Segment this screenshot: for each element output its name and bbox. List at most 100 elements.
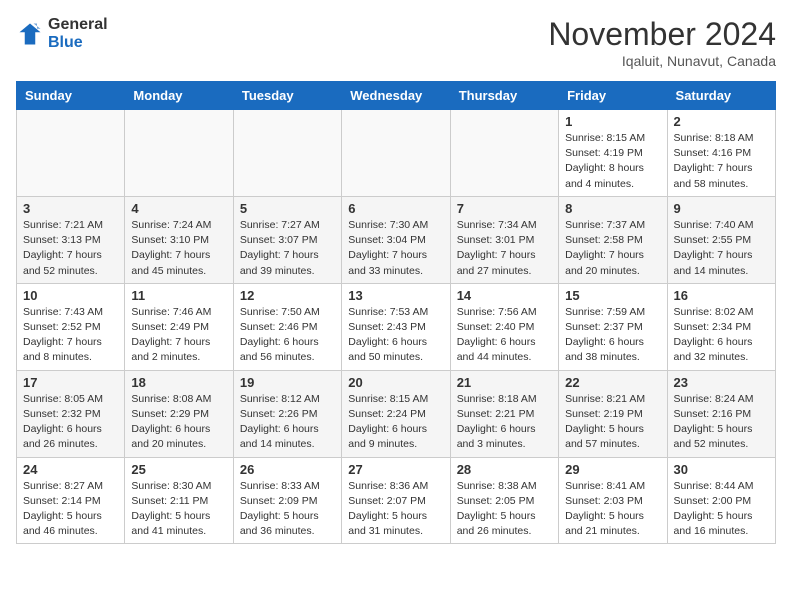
cell-info: Sunrise: 7:56 AMSunset: 2:40 PMDaylight:… (457, 305, 552, 366)
date-number: 20 (348, 375, 443, 390)
calendar-week-3: 10 Sunrise: 7:43 AMSunset: 2:52 PMDayligh… (17, 283, 776, 370)
calendar-week-5: 24 Sunrise: 8:27 AMSunset: 2:14 PMDayligh… (17, 457, 776, 544)
date-number: 24 (23, 462, 118, 477)
cell-info: Sunrise: 8:18 AMSunset: 2:21 PMDaylight:… (457, 392, 552, 453)
calendar-cell: 4Sunrise: 7:24 AMSunset: 3:10 PMDaylight… (125, 196, 233, 283)
date-number: 30 (674, 462, 769, 477)
calendar-cell: 21 Sunrise: 8:18 AMSunset: 2:21 PMDayligh… (450, 370, 558, 457)
calendar-cell: 27Sunrise: 8:36 AMSunset: 2:07 PMDayligh… (342, 457, 450, 544)
date-number: 26 (240, 462, 335, 477)
calendar-cell: 12 Sunrise: 7:50 AMSunset: 2:46 PMDayligh… (233, 283, 341, 370)
logo-icon (16, 20, 44, 48)
cell-info: Sunrise: 7:43 AMSunset: 2:52 PMDaylight:… (23, 305, 118, 366)
date-number: 11 (131, 288, 226, 303)
logo-text: General Blue (48, 16, 108, 51)
day-header-tuesday: Tuesday (233, 82, 341, 110)
title-block: November 2024 Iqaluit, Nunavut, Canada (548, 16, 776, 69)
calendar-cell: 15Sunrise: 7:59 AMSunset: 2:37 PMDayligh… (559, 283, 667, 370)
cell-info: Sunrise: 8:18 AMSunset: 4:16 PMDaylight:… (674, 131, 769, 192)
calendar-cell: 2 Sunrise: 8:18 AMSunset: 4:16 PMDaylight… (667, 110, 775, 197)
day-header-thursday: Thursday (450, 82, 558, 110)
cell-info: Sunrise: 8:05 AMSunset: 2:32 PMDaylight:… (23, 392, 118, 453)
calendar-cell (342, 110, 450, 197)
date-number: 7 (457, 201, 552, 216)
cell-info: Sunrise: 8:30 AMSunset: 2:11 PMDaylight:… (131, 479, 226, 540)
calendar-week-1: 1Sunrise: 8:15 AMSunset: 4:19 PMDaylight… (17, 110, 776, 197)
date-number: 6 (348, 201, 443, 216)
cell-info: Sunrise: 7:30 AMSunset: 3:04 PMDaylight:… (348, 218, 443, 279)
calendar-cell: 28 Sunrise: 8:38 AMSunset: 2:05 PMDayligh… (450, 457, 558, 544)
cell-info: Sunrise: 7:24 AMSunset: 3:10 PMDaylight:… (131, 218, 226, 279)
calendar-cell: 17 Sunrise: 8:05 AMSunset: 2:32 PMDayligh… (17, 370, 125, 457)
calendar-cell: 6 Sunrise: 7:30 AMSunset: 3:04 PMDaylight… (342, 196, 450, 283)
cell-info: Sunrise: 7:37 AMSunset: 2:58 PMDaylight:… (565, 218, 660, 279)
date-number: 28 (457, 462, 552, 477)
calendar-week-4: 17 Sunrise: 8:05 AMSunset: 2:32 PMDayligh… (17, 370, 776, 457)
date-number: 25 (131, 462, 226, 477)
cell-info: Sunrise: 7:40 AMSunset: 2:55 PMDaylight:… (674, 218, 769, 279)
day-header-monday: Monday (125, 82, 233, 110)
page-header: General Blue November 2024 Iqaluit, Nuna… (16, 16, 776, 69)
calendar-cell (125, 110, 233, 197)
date-number: 16 (674, 288, 769, 303)
cell-info: Sunrise: 8:44 AMSunset: 2:00 PMDaylight:… (674, 479, 769, 540)
calendar-cell: 11 Sunrise: 7:46 AMSunset: 2:49 PMDayligh… (125, 283, 233, 370)
date-number: 10 (23, 288, 118, 303)
date-number: 2 (674, 114, 769, 129)
calendar-cell: 30 Sunrise: 8:44 AMSunset: 2:00 PMDayligh… (667, 457, 775, 544)
calendar-table: SundayMondayTuesdayWednesdayThursdayFrid… (16, 81, 776, 544)
calendar-week-2: 3 Sunrise: 7:21 AMSunset: 3:13 PMDaylight… (17, 196, 776, 283)
cell-info: Sunrise: 8:27 AMSunset: 2:14 PMDaylight:… (23, 479, 118, 540)
cell-info: Sunrise: 8:38 AMSunset: 2:05 PMDaylight:… (457, 479, 552, 540)
logo: General Blue (16, 16, 108, 51)
cell-info: Sunrise: 8:24 AMSunset: 2:16 PMDaylight:… (674, 392, 769, 453)
day-header-saturday: Saturday (667, 82, 775, 110)
date-number: 5 (240, 201, 335, 216)
calendar-cell: 10 Sunrise: 7:43 AMSunset: 2:52 PMDayligh… (17, 283, 125, 370)
cell-info: Sunrise: 8:41 AMSunset: 2:03 PMDaylight:… (565, 479, 660, 540)
date-number: 8 (565, 201, 660, 216)
cell-info: Sunrise: 8:02 AMSunset: 2:34 PMDaylight:… (674, 305, 769, 366)
date-number: 22 (565, 375, 660, 390)
cell-info: Sunrise: 7:50 AMSunset: 2:46 PMDaylight:… (240, 305, 335, 366)
date-number: 12 (240, 288, 335, 303)
calendar-cell: 24 Sunrise: 8:27 AMSunset: 2:14 PMDayligh… (17, 457, 125, 544)
calendar-cell: 23 Sunrise: 8:24 AMSunset: 2:16 PMDayligh… (667, 370, 775, 457)
calendar-cell: 7Sunrise: 7:34 AMSunset: 3:01 PMDaylight… (450, 196, 558, 283)
header-row: SundayMondayTuesdayWednesdayThursdayFrid… (17, 82, 776, 110)
day-header-sunday: Sunday (17, 82, 125, 110)
calendar-cell: 3 Sunrise: 7:21 AMSunset: 3:13 PMDaylight… (17, 196, 125, 283)
cell-info: Sunrise: 8:12 AMSunset: 2:26 PMDaylight:… (240, 392, 335, 453)
logo-blue-text: Blue (48, 34, 108, 52)
cell-info: Sunrise: 8:15 AMSunset: 2:24 PMDaylight:… (348, 392, 443, 453)
calendar-cell: 13 Sunrise: 7:53 AMSunset: 2:43 PMDayligh… (342, 283, 450, 370)
logo-general-text: General (48, 16, 108, 34)
calendar-cell: 1Sunrise: 8:15 AMSunset: 4:19 PMDaylight… (559, 110, 667, 197)
date-number: 14 (457, 288, 552, 303)
cell-info: Sunrise: 7:27 AMSunset: 3:07 PMDaylight:… (240, 218, 335, 279)
cell-info: Sunrise: 7:21 AMSunset: 3:13 PMDaylight:… (23, 218, 118, 279)
cell-info: Sunrise: 8:15 AMSunset: 4:19 PMDaylight:… (565, 131, 660, 192)
date-number: 21 (457, 375, 552, 390)
date-number: 23 (674, 375, 769, 390)
day-header-wednesday: Wednesday (342, 82, 450, 110)
cell-info: Sunrise: 8:21 AMSunset: 2:19 PMDaylight:… (565, 392, 660, 453)
date-number: 9 (674, 201, 769, 216)
calendar-cell: 19Sunrise: 8:12 AMSunset: 2:26 PMDayligh… (233, 370, 341, 457)
cell-info: Sunrise: 7:53 AMSunset: 2:43 PMDaylight:… (348, 305, 443, 366)
cell-info: Sunrise: 8:33 AMSunset: 2:09 PMDaylight:… (240, 479, 335, 540)
cell-info: Sunrise: 8:08 AMSunset: 2:29 PMDaylight:… (131, 392, 226, 453)
location-title: Iqaluit, Nunavut, Canada (548, 53, 776, 69)
calendar-cell: 16 Sunrise: 8:02 AMSunset: 2:34 PMDayligh… (667, 283, 775, 370)
calendar-cell (17, 110, 125, 197)
date-number: 3 (23, 201, 118, 216)
cell-info: Sunrise: 7:46 AMSunset: 2:49 PMDaylight:… (131, 305, 226, 366)
calendar-cell: 8 Sunrise: 7:37 AMSunset: 2:58 PMDaylight… (559, 196, 667, 283)
date-number: 17 (23, 375, 118, 390)
month-title: November 2024 (548, 16, 776, 53)
cell-info: Sunrise: 7:59 AMSunset: 2:37 PMDaylight:… (565, 305, 660, 366)
date-number: 13 (348, 288, 443, 303)
calendar-cell: 22 Sunrise: 8:21 AMSunset: 2:19 PMDayligh… (559, 370, 667, 457)
calendar-cell: 20 Sunrise: 8:15 AMSunset: 2:24 PMDayligh… (342, 370, 450, 457)
calendar-cell: 5 Sunrise: 7:27 AMSunset: 3:07 PMDaylight… (233, 196, 341, 283)
